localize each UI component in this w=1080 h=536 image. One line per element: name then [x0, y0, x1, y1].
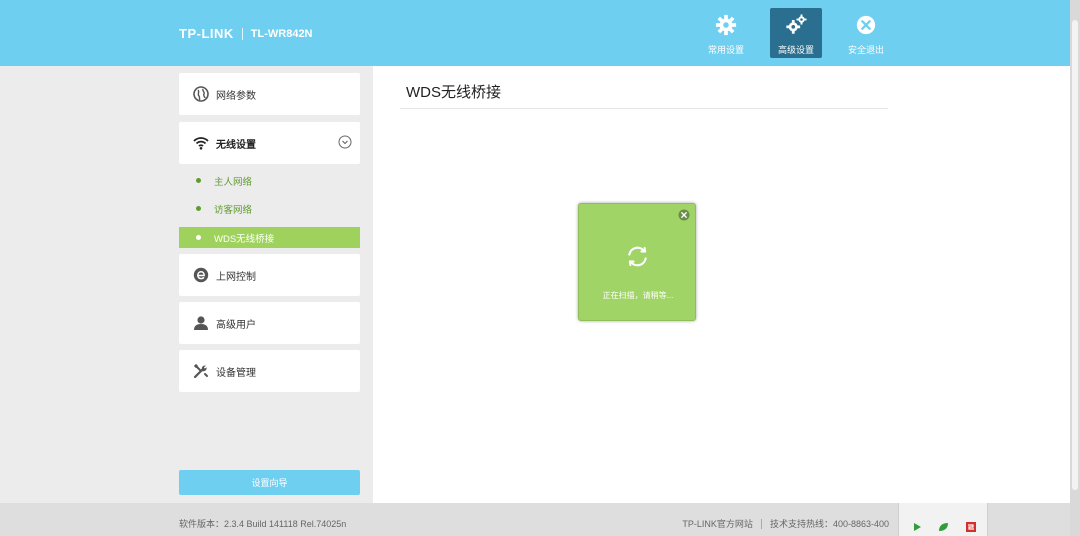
sidebar-item-label: 上网控制	[216, 271, 256, 283]
sidebar-item-label: 设备管理	[216, 367, 256, 379]
support-hotline: 技术支持热线：400-8863-400	[769, 519, 889, 529]
model-name: TL-WR842N	[250, 27, 313, 40]
scan-dialog: 正在扫描，请稍等...	[578, 203, 696, 321]
setup-wizard-button[interactable]: 设置向导	[179, 470, 360, 495]
scrollbar[interactable]	[1070, 0, 1080, 536]
tools-icon	[193, 363, 209, 379]
bullet-dot	[196, 206, 201, 211]
sidebar-item-label: 无线设置	[216, 139, 256, 151]
scrollbar-thumb[interactable]	[1072, 20, 1078, 490]
gear-icon	[715, 14, 737, 36]
sidebar-item-device-management[interactable]: 设备管理	[179, 350, 360, 392]
sidebar-subitem-guest-network[interactable]: 访客网络	[179, 198, 360, 219]
sidebar-item-label: 高级用户	[216, 319, 256, 331]
software-version: 软件版本：2.3.4 Build 141118 Rel.74025n	[179, 519, 347, 529]
leaf-icon[interactable]	[937, 521, 949, 533]
nav-label: 安全退出	[847, 45, 884, 55]
sidebar-subitem-wds-bridge[interactable]: WDS无线桥接	[179, 227, 360, 248]
sidebar-subitem-host-network[interactable]: 主人网络	[179, 170, 360, 191]
close-circle-icon	[856, 15, 876, 35]
footer-separator	[760, 518, 762, 529]
sidebar-subitem-label: WDS无线桥接	[214, 233, 275, 245]
sidebar-item-wireless[interactable]: 无线设置	[179, 122, 360, 164]
page-title: WDS无线桥接	[406, 84, 501, 101]
bullet-dot	[196, 235, 201, 240]
scan-status-text: 正在扫描，请稍等...	[602, 291, 674, 300]
nav-logout[interactable]: 安全退出	[840, 8, 892, 58]
nav-common-settings[interactable]: 常用设置	[700, 8, 752, 58]
sidebar-item-advanced-user[interactable]: 高级用户	[179, 302, 360, 344]
nav-advanced-settings[interactable]: 高级设置	[770, 8, 822, 58]
sidebar-subitem-label: 主人网络	[214, 176, 253, 188]
globe-icon	[193, 86, 209, 102]
refresh-spinner-icon	[628, 246, 647, 267]
user-icon	[193, 315, 209, 331]
sidebar-item-internet-control[interactable]: 上网控制	[179, 254, 360, 296]
wifi-icon	[193, 135, 209, 151]
brand-separator	[241, 27, 243, 40]
bullet-dot	[196, 178, 201, 183]
system-tray	[898, 503, 988, 536]
title-divider	[400, 108, 888, 109]
brand-logo: TP-LINK	[179, 26, 234, 41]
sidebar-item-network-params[interactable]: 网络参数	[179, 73, 360, 115]
footer-links: TP-LINK官方网站 技术支持热线：400-8863-400	[682, 517, 889, 530]
sidebar-subitem-label: 访客网络	[214, 204, 253, 216]
top-nav: 常用设置 高级设置 安全退出	[682, 8, 892, 58]
brand: TP-LINK TL-WR842N	[179, 26, 313, 41]
chevron-down-icon[interactable]	[338, 135, 352, 149]
close-icon[interactable]	[678, 209, 690, 221]
gears-icon	[786, 14, 807, 34]
top-header: TP-LINK TL-WR842N 常用设置 高级设置 安全退出	[0, 0, 1070, 66]
nav-label: 高级设置	[777, 45, 814, 55]
app-icon[interactable]	[965, 521, 977, 533]
nav-label: 常用设置	[707, 45, 744, 55]
official-site-link[interactable]: TP-LINK官方网站	[682, 517, 753, 530]
internet-e-icon	[193, 267, 209, 283]
play-icon[interactable]	[911, 521, 923, 533]
sidebar-item-label: 网络参数	[216, 90, 256, 102]
